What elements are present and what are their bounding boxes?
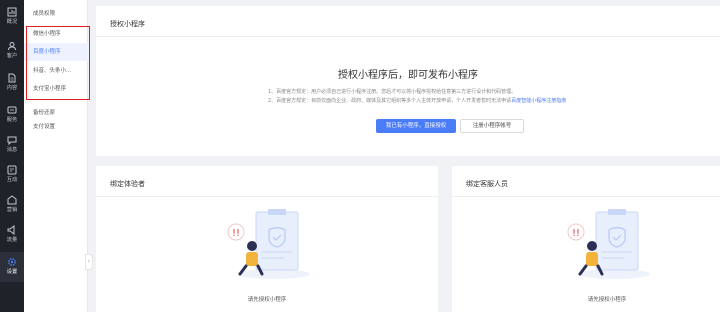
rail-label: 互动 xyxy=(6,177,18,183)
service-icon xyxy=(7,106,17,114)
customer-icon xyxy=(8,42,16,51)
rail-item-traffic[interactable]: 流量 xyxy=(0,220,24,250)
svg-text:!!: !! xyxy=(232,228,240,239)
rail-label: 营销 xyxy=(6,207,18,213)
message-icon xyxy=(7,136,17,145)
rail-item-overview[interactable]: 概况 xyxy=(0,2,24,32)
settings-icon xyxy=(8,258,16,266)
submenu-item-douyin-miniprogram[interactable]: 抖音、头条小... xyxy=(24,62,88,80)
marketing-icon xyxy=(7,195,17,205)
service-empty-text: 请先授权小程序 xyxy=(587,297,627,303)
rail-label: 流量 xyxy=(6,237,18,243)
rail-item-message[interactable]: 消息 xyxy=(0,130,24,160)
authorize-card-title: 授权小程序 xyxy=(110,20,145,28)
service-card-title: 绑定客服人员 xyxy=(466,180,508,188)
rail-item-service[interactable]: 服务 xyxy=(0,100,24,130)
rail-label: 内容 xyxy=(6,85,18,91)
baidu-register-guide-link[interactable]: 百度智能小程序注册指南 xyxy=(511,98,566,104)
register-miniprogram-button[interactable]: 注册小程序帐号 xyxy=(460,119,524,133)
divider xyxy=(452,196,720,197)
bind-experience-card: 绑定体验者 !! 请先授权小程序 xyxy=(96,166,438,312)
main-nav-rail: 概况 客户 内容 服务 消息 互动 营销 流量 设置 xyxy=(0,0,24,312)
content-icon xyxy=(8,73,16,83)
interaction-icon xyxy=(7,165,17,175)
submenu-item-alipay-miniprogram[interactable]: 支付宝小程序 xyxy=(24,80,88,98)
notice-line-2: 2、百度官方规定：目前仅面向企业、政府、媒体及其它组织等多个入主体开放申请，个人… xyxy=(268,97,566,104)
submenu-item-wechat-miniprogram[interactable]: 微信小程序 xyxy=(24,25,88,43)
divider xyxy=(96,36,720,37)
rail-label: 概况 xyxy=(6,19,18,25)
empty-state-illustration: !! xyxy=(567,209,650,279)
notice-line-1: 1、百度官方规定：用户必须自己进行小程序注册。您后才可以将小程序授权给任意第三方… xyxy=(268,89,517,95)
divider xyxy=(96,196,438,197)
rail-item-content[interactable]: 内容 xyxy=(0,68,24,98)
rail-label: 消息 xyxy=(6,147,18,153)
rail-label: 客户 xyxy=(6,53,18,59)
rail-item-marketing[interactable]: 营销 xyxy=(0,190,24,220)
submenu-item-member-permissions[interactable]: 成员权限 xyxy=(24,5,88,23)
authorize-headline: 授权小程序后，即可发布小程序 xyxy=(338,70,478,81)
rail-label: 服务 xyxy=(6,117,18,123)
chevron-left-icon: ‹ xyxy=(87,258,91,265)
rail-item-settings[interactable]: 设置 xyxy=(0,252,24,282)
submenu-item-baidu-miniprogram[interactable]: 百度小程序 xyxy=(24,43,88,61)
rail-label: 设置 xyxy=(6,269,18,275)
authorize-card: 授权小程序 授权小程序后，即可发布小程序 1、百度官方规定：用户必须自己进行小程… xyxy=(96,6,720,156)
empty-state-illustration: !! xyxy=(227,209,310,279)
experience-empty-text: 请先授权小程序 xyxy=(247,297,287,303)
collapse-submenu-button[interactable]: ‹ xyxy=(85,254,93,270)
notice-line-2-text: 2、百度官方规定：目前仅面向企业、政府、媒体及其它组织等多个入主体开放申请，个人… xyxy=(268,98,512,104)
settings-submenu: 成员权限 微信小程序 百度小程序 抖音、头条小... 支付宝小程序 备份还原 支… xyxy=(24,0,88,312)
submenu-item-payment-settings[interactable]: 支付设置 xyxy=(24,118,88,136)
rail-item-interaction[interactable]: 互动 xyxy=(0,160,24,190)
overview-icon xyxy=(7,7,17,17)
svg-text:!!: !! xyxy=(572,228,580,239)
bind-service-card: 绑定客服人员 !! 请先授权小程序 xyxy=(452,166,720,312)
direct-authorize-button[interactable]: 我已有小程序，直接授权 xyxy=(376,119,456,133)
rail-item-customer[interactable]: 客户 xyxy=(0,36,24,66)
traffic-icon xyxy=(7,225,15,235)
experience-card-title: 绑定体验者 xyxy=(110,180,145,188)
